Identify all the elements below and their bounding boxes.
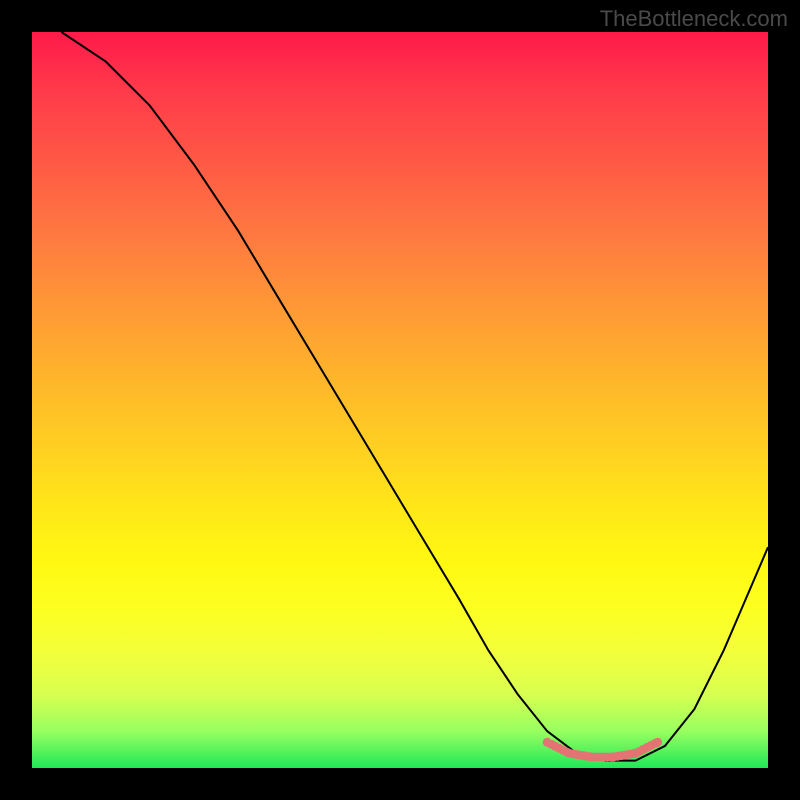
chart-svg (32, 32, 768, 768)
main-curve (61, 32, 768, 761)
watermark-text: TheBottleneck.com (600, 6, 788, 32)
plot-area (32, 32, 768, 768)
